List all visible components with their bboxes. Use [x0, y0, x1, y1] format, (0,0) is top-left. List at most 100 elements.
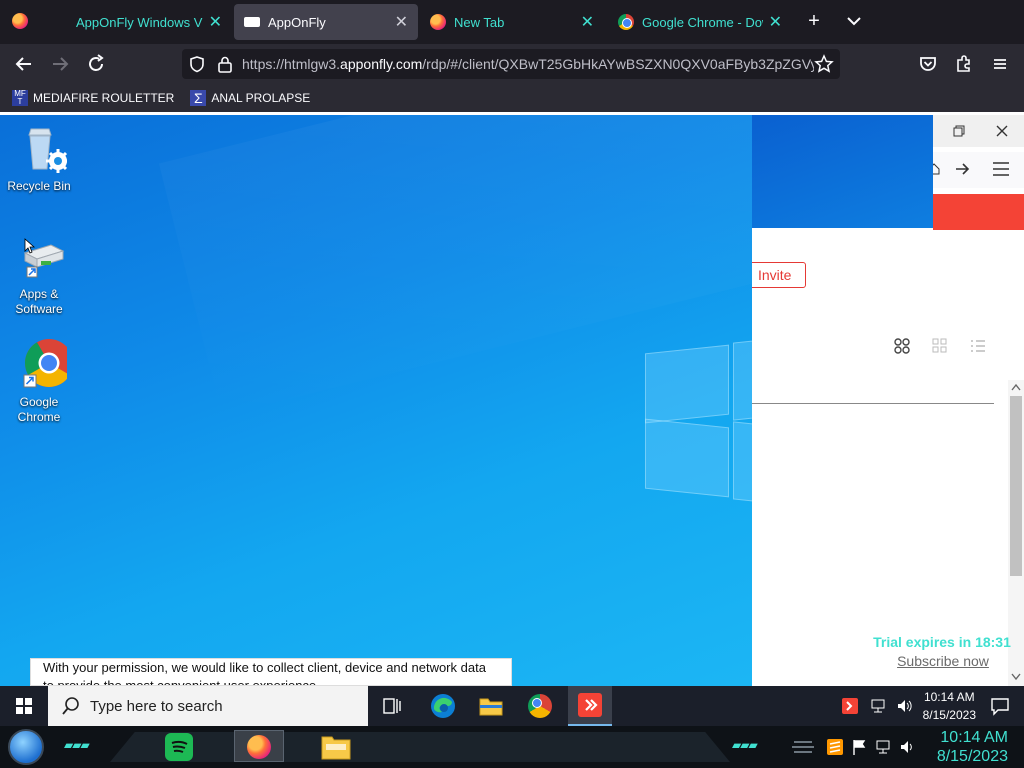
tab-apponfly[interactable]: AppOnFly ✕ — [234, 4, 418, 40]
host-menu-icon[interactable] — [790, 740, 816, 754]
mediafire-icon: MF T — [12, 90, 28, 106]
task-view-icon — [383, 698, 401, 714]
chrome-icon — [23, 339, 73, 388]
bookmark-anal-prolapse[interactable]: Σ ANAL PROLAPSE — [190, 90, 310, 106]
host-tray — [826, 738, 916, 756]
host-file-manager[interactable] — [320, 731, 352, 761]
grid-large-icon[interactable] — [893, 337, 911, 355]
taskbar-edge[interactable] — [425, 690, 461, 722]
network-icon[interactable] — [869, 697, 887, 715]
star-icon[interactable] — [814, 54, 834, 74]
bookmark-mediafire[interactable]: MF T MEDIAFIRE ROULETTER — [12, 90, 174, 106]
taskbar-chrome[interactable] — [522, 690, 558, 722]
desktop-wallpaper[interactable]: Recycle Bin Apps & Software Google Chrom… — [0, 115, 752, 686]
volume-icon[interactable] — [895, 697, 913, 715]
shield-icon[interactable] — [188, 55, 206, 73]
network-icon[interactable] — [874, 738, 892, 756]
pocket-button[interactable] — [916, 52, 940, 76]
close-tab-icon[interactable]: ✕ — [581, 12, 594, 32]
firefox-menu-icon[interactable] — [12, 13, 36, 29]
app-menu-button[interactable] — [988, 52, 1012, 76]
apponfly-tray-icon[interactable] — [841, 697, 859, 715]
host-clock-time: 10:14 AM — [940, 729, 1008, 746]
desktop-icon-apps-software[interactable]: Apps & Software — [1, 237, 77, 317]
grid-small-icon[interactable] — [931, 337, 949, 355]
host-firefox[interactable] — [234, 730, 284, 762]
taskbar-apponfly[interactable] — [568, 686, 612, 726]
tab-title: AppOnFly Windows VPS — [76, 14, 203, 30]
close-tab-icon[interactable]: ✕ — [769, 12, 782, 32]
bookmark-label: ANAL PROLAPSE — [211, 91, 311, 105]
desktop-icon-google-chrome[interactable]: Google Chrome — [1, 337, 77, 425]
host-start-orb-icon[interactable] — [8, 729, 44, 765]
windows-start-icon — [16, 698, 32, 714]
list-view-icon[interactable] — [969, 337, 987, 355]
firefox-icon — [430, 14, 446, 30]
notifications-icon[interactable] — [990, 696, 1010, 716]
tab-title: New Tab — [454, 14, 505, 30]
subscribe-link[interactable]: Subscribe now — [870, 653, 1016, 669]
arrow-left-icon — [15, 57, 31, 71]
taskbar-clock[interactable]: 10:14 AM 8/15/2023 — [923, 688, 976, 724]
new-tab-button[interactable]: + — [803, 10, 825, 32]
chrome-icon — [528, 694, 552, 718]
desktop-icon-recycle-bin[interactable]: Recycle Bin — [1, 123, 77, 194]
url-prefix: https://htmlgw3. — [242, 56, 341, 72]
sigma-icon: Σ — [190, 90, 207, 106]
host-spotify[interactable] — [164, 732, 194, 762]
apponfly-icon — [578, 693, 602, 717]
sublime-icon[interactable] — [826, 738, 844, 756]
host-clock[interactable]: 10:14 AM 8/15/2023 — [937, 728, 1008, 766]
extensions-button[interactable] — [952, 52, 976, 76]
invite-button[interactable]: Invite — [745, 262, 806, 288]
folder-icon — [479, 698, 503, 716]
hamburger-icon — [994, 59, 1006, 69]
consent-banner: With your permission, we would like to c… — [30, 658, 512, 686]
puzzle-icon — [957, 55, 970, 72]
clock-date: 8/15/2023 — [922, 708, 976, 722]
flag-icon[interactable] — [850, 738, 868, 756]
host-clock-date: 8/15/2023 — [936, 748, 1008, 765]
apps-software-icon — [23, 238, 65, 278]
back-button[interactable] — [12, 52, 36, 76]
close-tab-icon[interactable]: ✕ — [395, 12, 408, 32]
desktop-icon-label: Google Chrome — [17, 395, 61, 424]
taskbar-file-explorer[interactable] — [473, 690, 509, 722]
search-icon — [62, 697, 79, 715]
tab-apponfly-vps[interactable]: AppOnFly Windows VPS ✕ — [66, 4, 232, 40]
bookmark-label: MEDIAFIRE ROULETTER — [33, 91, 175, 105]
tab-new-tab[interactable]: New Tab ✕ — [420, 4, 604, 40]
desktop-icon-label: Recycle Bin — [7, 179, 71, 193]
forward-button[interactable] — [48, 52, 72, 76]
lock-icon[interactable] — [216, 55, 234, 73]
arrow-right-icon — [53, 57, 69, 71]
nav-bar: https://htmlgw3. apponfly.com/rdp/#/clien… — [0, 44, 1024, 84]
chevron-down-icon[interactable] — [1010, 672, 1022, 682]
list-tabs-button[interactable] — [843, 10, 865, 32]
restore-icon[interactable] — [953, 125, 965, 137]
start-button[interactable] — [0, 686, 48, 726]
chrome-icon — [618, 14, 634, 30]
search-placeholder: Type here to search — [90, 697, 223, 715]
url-bar[interactable]: https://htmlgw3. apponfly.com/rdp/#/clien… — [182, 49, 840, 79]
taskbar-search-box[interactable]: Type here to search — [48, 686, 368, 726]
divider — [752, 403, 994, 404]
task-view-button[interactable] — [374, 690, 410, 722]
desktop-wallpaper-strip — [752, 115, 933, 228]
volume-icon[interactable] — [898, 738, 916, 756]
close-tab-icon[interactable]: ✕ — [209, 12, 222, 32]
scrollbar-thumb[interactable] — [1010, 396, 1022, 576]
hamburger-icon[interactable] — [991, 160, 1011, 178]
tab-google-chrome[interactable]: Google Chrome - Down ✕ — [608, 4, 792, 40]
red-header-band — [933, 194, 1024, 230]
tab-bar: AppOnFly Windows VPS ✕ AppOnFly ✕ New Ta… — [0, 0, 1024, 44]
remote-session-viewport[interactable]: Invite Trial expires in 18:31 Subscribe … — [0, 112, 1024, 686]
windows-taskbar: Type here to search 10:14 AM 8/15/2023 — [0, 686, 1024, 726]
url-path: /rdp/#/client/QXBwT25GbHkAYwBSZXN0QXV0aF… — [422, 56, 818, 72]
clock-time: 10:14 AM — [923, 690, 975, 704]
chevron-up-icon[interactable] — [1010, 382, 1022, 392]
pocket-icon — [920, 57, 936, 71]
close-icon[interactable] — [995, 124, 1009, 138]
reload-button[interactable] — [84, 52, 108, 76]
arrow-right-icon[interactable] — [953, 160, 971, 178]
